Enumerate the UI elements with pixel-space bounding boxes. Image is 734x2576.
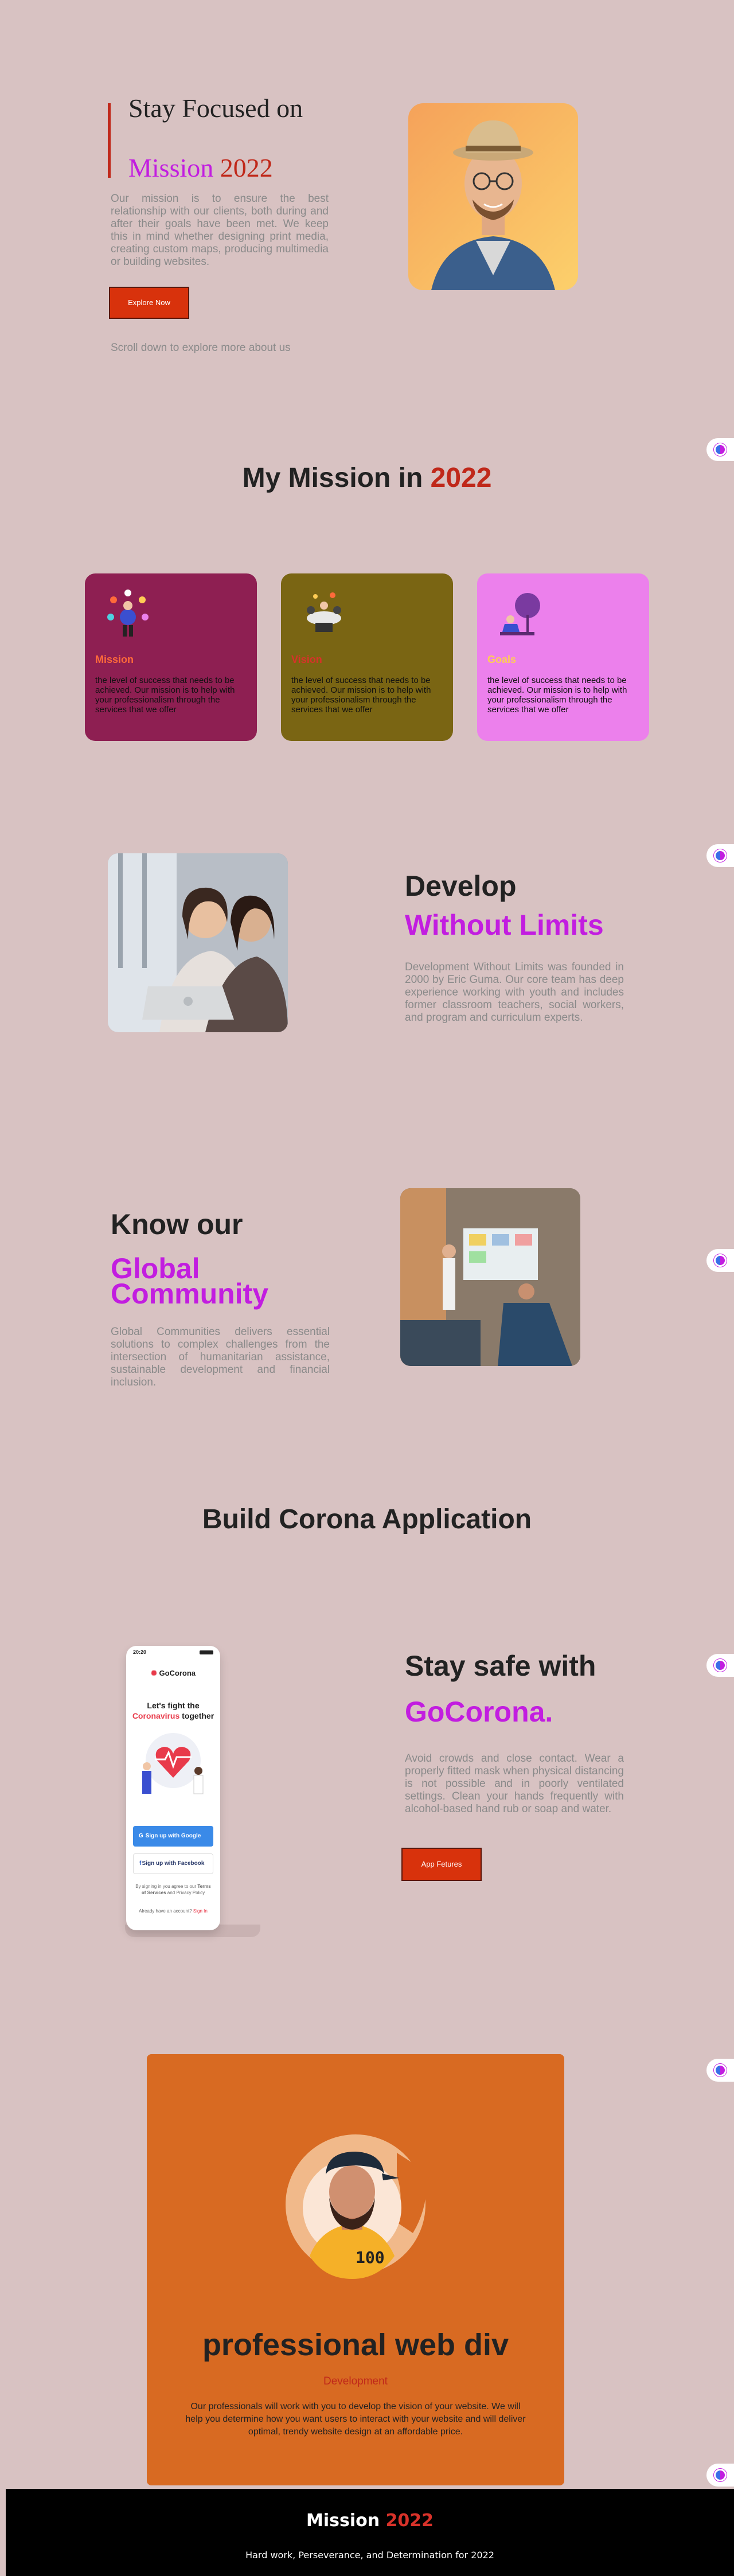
team-meeting-icon xyxy=(298,588,350,640)
profile-card: 100 professional web div Development Our… xyxy=(147,2054,564,2485)
floating-badge-4[interactable] xyxy=(706,1654,734,1677)
profile-role: Development xyxy=(323,2375,388,2387)
know-title: Know our xyxy=(111,1208,243,1240)
profile-avatar: 100 xyxy=(270,2118,442,2293)
phone-headline-1: Let's fight the xyxy=(147,1701,200,1710)
floating-badge-6[interactable] xyxy=(706,2464,734,2487)
doctors-illustration xyxy=(138,1726,209,1804)
facebook-signup-button[interactable]: f Sign up with Facebook xyxy=(133,1853,213,1874)
mission-section-title: My Mission in 2022 xyxy=(242,463,492,493)
profile-description: Our professionals will work with you to … xyxy=(185,2402,526,2437)
google-signup-button[interactable]: G Sign up with Google xyxy=(133,1826,213,1847)
card-text: the level of success that needs to be ac… xyxy=(487,676,627,715)
card-text: the level of success that needs to be ac… xyxy=(95,676,235,715)
card-title: Goals xyxy=(487,654,517,665)
hero-heading-line2: Mission 2022 xyxy=(128,153,273,182)
card-title: Vision xyxy=(291,654,322,665)
app-phone-mockup: 20:20 ✺ GoCorona Let's fight the Coronav… xyxy=(126,1646,220,1930)
vision-card: Vision the level of success that needs t… xyxy=(281,573,453,741)
phone-brand: ✺ GoCorona xyxy=(150,1669,196,1677)
svg-text:100: 100 xyxy=(356,2248,385,2267)
profile-name: professional web div xyxy=(202,2328,509,2362)
hero-accent-bar xyxy=(108,103,111,178)
develop-subtitle: Without Limits xyxy=(405,909,604,941)
floating-badge-5[interactable] xyxy=(706,2059,734,2082)
hero-heading-line1: Stay Focused on xyxy=(128,93,303,123)
corona-title: Stay safe with xyxy=(405,1650,596,1682)
develop-paragraph: Development Without Limits was founded i… xyxy=(405,961,624,1024)
footer-tagline: Hard work, Perseverance, and Determinati… xyxy=(245,2550,494,2561)
mission-card: Mission the level of success that needs … xyxy=(85,573,257,741)
know-paragraph: Global Communities delivers essential so… xyxy=(111,1326,330,1388)
hero-paragraph: Our mission is to ensure the best relati… xyxy=(111,193,329,268)
floating-badge-1[interactable] xyxy=(706,438,734,461)
floating-badge-2[interactable] xyxy=(706,844,734,867)
goals-card: Goals the level of success that needs to… xyxy=(477,573,649,741)
phone-time: 20:20 xyxy=(133,1649,147,1655)
footer-brand: Mission 2022 xyxy=(306,2511,434,2531)
footer: Mission 2022 Hard work, Perseverance, an… xyxy=(6,2489,734,2576)
know-subtitle: Global Community xyxy=(111,1252,268,1310)
terms-text: By signing in you agree to our Terms of … xyxy=(135,1884,211,1895)
badge-icon xyxy=(714,1254,727,1267)
develop-photo xyxy=(108,853,288,1032)
facebook-icon: f xyxy=(139,1860,142,1867)
corona-paragraph: Avoid crowds and close contact. Wear a p… xyxy=(405,1753,624,1815)
develop-title: Develop xyxy=(405,870,517,902)
corona-section-title: Build Corona Application xyxy=(202,1504,532,1535)
card-title: Mission xyxy=(95,654,134,665)
battery-icon xyxy=(200,1650,213,1654)
app-features-button[interactable]: App Fetures xyxy=(401,1848,482,1881)
badge-icon xyxy=(714,443,727,456)
badge-icon xyxy=(714,849,727,862)
signin-prompt: Already have an account? Sign In xyxy=(139,1908,208,1914)
community-photo xyxy=(400,1188,580,1366)
hero-year: 2022 xyxy=(220,153,273,182)
card-text: the level of success that needs to be ac… xyxy=(291,676,431,715)
corona-subtitle: GoCorona. xyxy=(405,1696,553,1728)
hero-portrait-image xyxy=(408,103,578,290)
phone-headline-2: Coronavirus together xyxy=(132,1711,214,1720)
badge-icon xyxy=(714,1659,727,1672)
badge-icon xyxy=(714,2064,727,2077)
juggling-person-icon xyxy=(102,588,154,640)
signin-link[interactable]: Sign In xyxy=(193,1908,208,1914)
explore-now-button[interactable]: Explore Now xyxy=(109,287,189,319)
scroll-hint: Scroll down to explore more about us xyxy=(111,342,291,354)
google-icon: G xyxy=(139,1833,143,1839)
person-reading-icon xyxy=(494,588,546,640)
badge-icon xyxy=(714,2469,727,2481)
floating-badge-3[interactable] xyxy=(706,1249,734,1272)
virus-icon: ✺ xyxy=(150,1669,159,1677)
